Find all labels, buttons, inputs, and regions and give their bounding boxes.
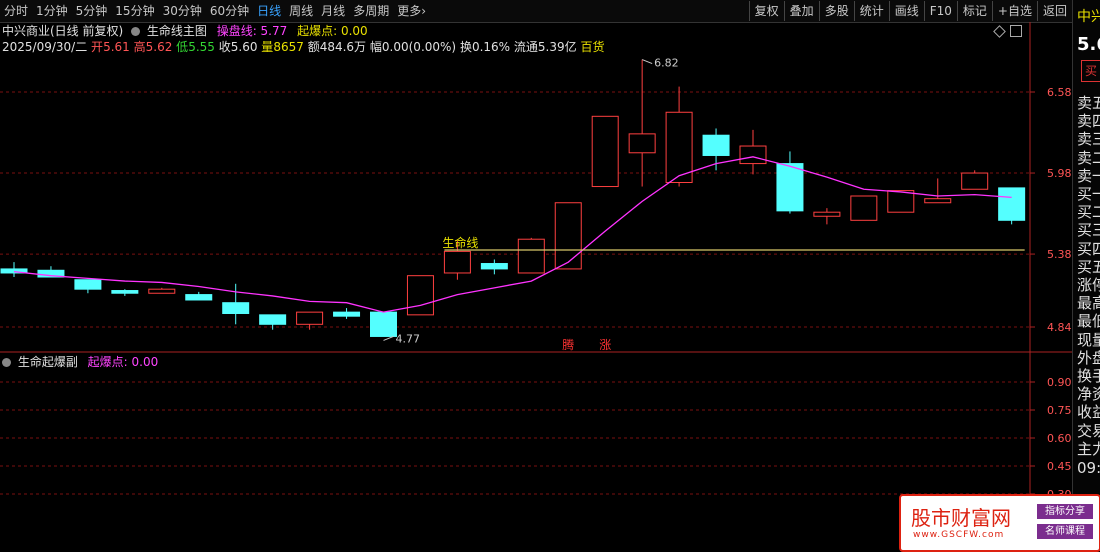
annotation-label-0: 6.82 <box>654 57 679 70</box>
sub-panel-axis: 0.900.750.600.450.30 <box>1030 376 1072 501</box>
candle-body-25 <box>924 198 952 204</box>
candle-body-24 <box>887 190 915 213</box>
logo-tag-courses: 名师课程 <box>1037 524 1093 539</box>
candle-body-16 <box>591 115 619 188</box>
candle-body-10 <box>370 311 397 337</box>
candle-body-3 <box>111 290 139 294</box>
logo-url: www.GSCFW.com <box>913 530 1005 540</box>
candle-body-27 <box>998 187 1026 221</box>
price-tick-label-1: 5.98 <box>1047 167 1072 180</box>
sub-panel-header: 生命起爆副 起爆点: 0.00 <box>2 354 158 370</box>
sidebar-trade-button[interactable]: 买 <box>1081 60 1100 82</box>
grid-lines <box>0 22 1072 551</box>
sidebar-title: 中兴 <box>1077 9 1100 25</box>
candle-body-26 <box>961 172 989 190</box>
candle-body-17 <box>628 133 656 154</box>
candle-body-8 <box>296 311 324 325</box>
annotation-arrow-0 <box>641 59 653 65</box>
candle-body-13 <box>480 263 508 270</box>
candle-body-14 <box>517 238 545 274</box>
candle-body-2 <box>74 279 102 290</box>
sub-param-label: 起爆点: <box>87 355 132 369</box>
candle-body-5 <box>185 294 213 301</box>
price-tick-label-3: 4.84 <box>1047 321 1072 334</box>
candle-body-21 <box>776 163 804 212</box>
candle-body-11 <box>406 275 434 316</box>
candle-body-18 <box>665 111 693 183</box>
candle-body-15 <box>554 202 582 270</box>
candles <box>0 59 1026 337</box>
candle-body-19 <box>702 134 730 156</box>
candle-body-4 <box>148 288 176 294</box>
candle-body-7 <box>259 314 287 325</box>
signal-markers: 腾涨 <box>562 337 611 352</box>
sub-tick-label-1: 0.75 <box>1047 404 1072 417</box>
sub-tick-label-2: 0.60 <box>1047 432 1072 445</box>
kline-chart[interactable]: 6.585.985.384.84 生命线 6.824.77 腾涨 0.900.7… <box>0 0 1072 551</box>
candle-body-22 <box>813 211 841 217</box>
price-axis: 6.58 5.98 5.38 4.84 <box>1030 86 1072 334</box>
sub-tick-label-0: 0.90 <box>1047 376 1072 389</box>
sidebar-row-19: 主力 <box>1077 439 1100 458</box>
sub-indicator-toggle-icon[interactable] <box>2 358 11 367</box>
candle-body-9 <box>333 311 361 317</box>
sidebar-time: 09:4 <box>1077 459 1100 477</box>
quote-sidebar: 中兴 5.6 买 卖五卖四卖三卖二卖一买一买二买三买四买五涨停最高最低现量外盘换… <box>1072 0 1100 551</box>
candle-body-12 <box>443 250 471 274</box>
price-tick-label-2: 5.38 <box>1047 248 1072 261</box>
sub-indicator-name[interactable]: 生命起爆副 <box>18 355 78 369</box>
candle-body-6 <box>222 302 250 314</box>
price-tick-label-0: 6.58 <box>1047 86 1072 99</box>
sub-param-value: 0.00 <box>131 355 159 369</box>
watermark-logo: 股市财富网 www.GSCFW.com 指标分享 名师课程 <box>899 494 1100 552</box>
candle-body-23 <box>850 195 878 221</box>
life-line-label: 生命线 <box>442 235 478 250</box>
annotation-label-1: 4.77 <box>396 332 421 345</box>
signal-marker-1: 涨 <box>599 337 611 352</box>
annotation-arrow-1 <box>383 335 394 341</box>
signal-marker-0: 腾 <box>562 337 574 352</box>
sidebar-price: 5.6 <box>1077 34 1100 55</box>
sub-tick-label-3: 0.45 <box>1047 460 1072 473</box>
logo-tag-indicators: 指标分享 <box>1037 504 1093 519</box>
logo-main-text: 股市财富网 <box>911 506 1011 530</box>
candle-body-20 <box>739 145 767 165</box>
